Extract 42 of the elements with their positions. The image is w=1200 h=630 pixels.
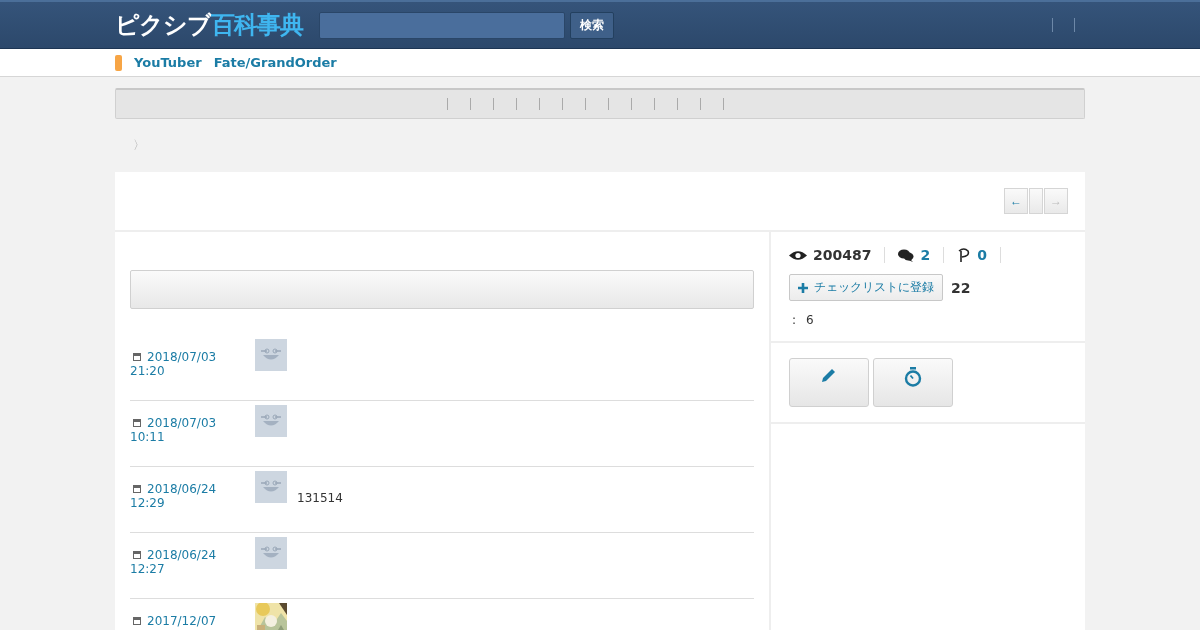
- square-icon: [133, 419, 141, 427]
- square-icon: [133, 617, 141, 625]
- illustration-count[interactable]: 0: [977, 247, 987, 263]
- speech-bubbles-icon: [898, 248, 915, 262]
- time-link[interactable]: 21:20: [130, 364, 255, 378]
- tag-marker: [115, 54, 122, 71]
- square-icon: [133, 485, 141, 493]
- checklist-button[interactable]: チェックリストに登録: [789, 274, 943, 301]
- time-link[interactable]: 12:29: [130, 496, 255, 510]
- site-logo[interactable]: ピクシブ百科事典: [115, 9, 303, 41]
- date-link[interactable]: 2018/07/03: [147, 350, 217, 364]
- comment-count[interactable]: 2: [920, 247, 931, 263]
- default-avatar-icon: [255, 405, 287, 437]
- pencil-icon: [821, 367, 837, 383]
- checklist-count: 22: [951, 279, 971, 296]
- previous-button[interactable]: ←: [1004, 188, 1028, 214]
- time-link[interactable]: 12:27: [130, 562, 255, 576]
- search-field[interactable]: [319, 11, 565, 39]
- view-count: 200487: [813, 247, 872, 263]
- stopwatch-icon: [904, 367, 922, 387]
- square-icon: [133, 353, 141, 361]
- date-link[interactable]: 2018/07/03: [147, 416, 217, 430]
- plus-icon: [798, 282, 808, 293]
- p-letter-icon: [957, 248, 972, 262]
- info-colon: :: [792, 313, 797, 327]
- info-value: 6: [806, 313, 814, 327]
- date-link[interactable]: 2018/06/24: [147, 548, 217, 562]
- tag-link[interactable]: YouTuber: [134, 55, 202, 70]
- time-link[interactable]: 10:11: [130, 430, 255, 444]
- date-link[interactable]: 2018/06/24: [147, 482, 217, 496]
- eye-icon: [789, 249, 807, 261]
- default-avatar-icon: [255, 339, 287, 371]
- square-icon: [133, 551, 141, 559]
- date-link[interactable]: 2017/12/07: [147, 614, 217, 628]
- row-text: 131514: [297, 491, 343, 505]
- breadcrumb-separator: 〉: [133, 137, 145, 154]
- page-button[interactable]: [1029, 188, 1043, 214]
- default-avatar-icon: [255, 537, 287, 569]
- search-button[interactable]: 検索: [570, 11, 614, 39]
- default-avatar-icon: [255, 471, 287, 503]
- tag-link[interactable]: Fate/GrandOrder: [213, 55, 337, 70]
- history-button[interactable]: [873, 358, 953, 407]
